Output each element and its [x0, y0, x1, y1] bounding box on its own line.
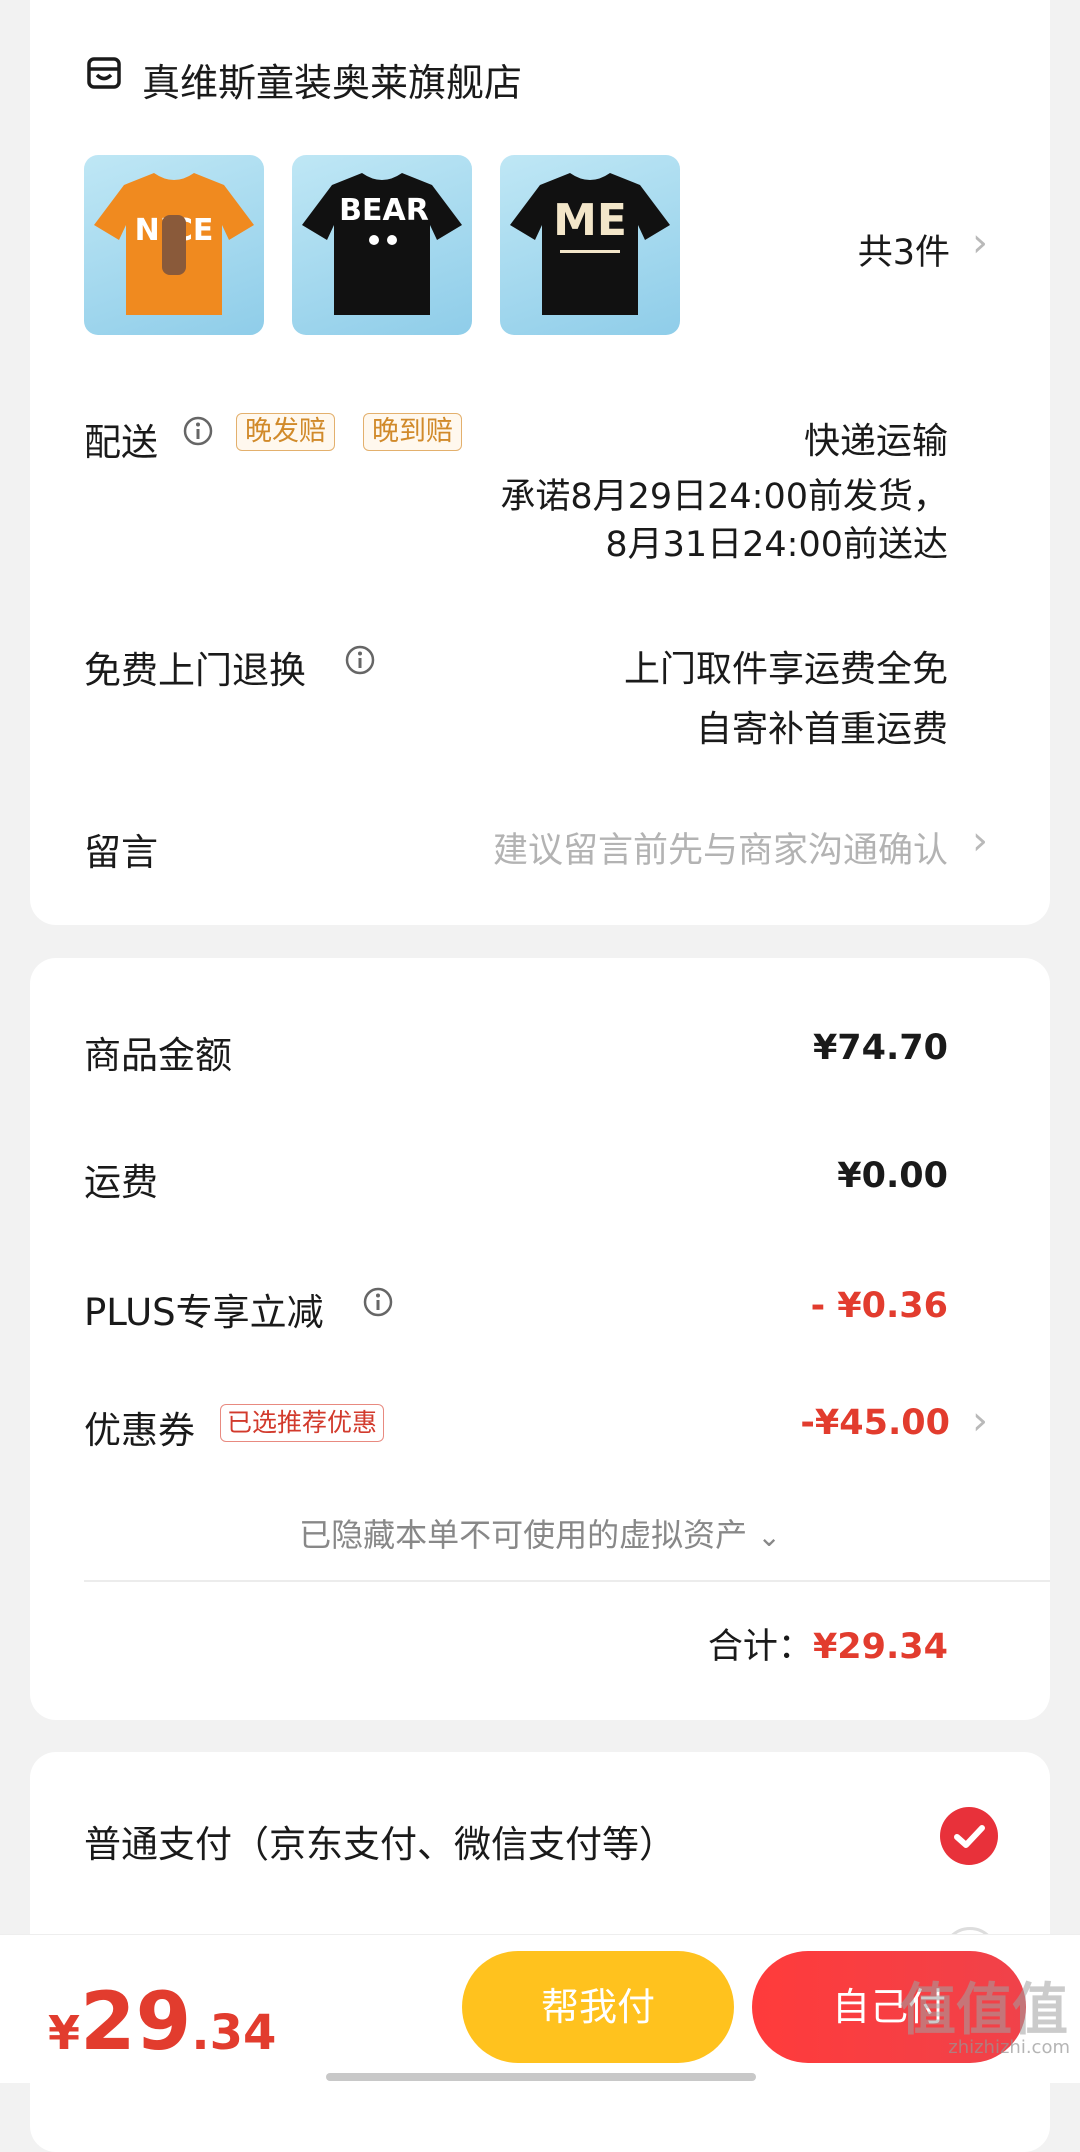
goods-amount-label: 商品金额	[84, 1034, 232, 1077]
product-thumb-2[interactable]: BEAR	[292, 155, 472, 335]
delivery-label: 配送	[84, 421, 158, 464]
return-line2: 自寄补首重运费	[695, 709, 948, 750]
bottom-price: ¥29.34	[48, 1975, 276, 2068]
black-tshirt-bear-image: BEAR	[302, 173, 462, 315]
shipping-fee-value: ¥0.00	[837, 1156, 948, 1196]
total-value: ¥29.34	[812, 1627, 948, 1667]
price-summary-card: 商品金额 ¥74.70 运费 ¥0.00 PLUS专享立减 - ¥0.36 优惠…	[30, 958, 1050, 1720]
coupon-value[interactable]: -¥45.00	[800, 1403, 950, 1443]
product-thumb-3[interactable]: ME	[500, 155, 680, 335]
goods-amount-value: ¥74.70	[812, 1028, 948, 1068]
plus-discount-label: PLUS专享立减	[84, 1291, 324, 1334]
watermark-url: zhizhizhi.com	[948, 2037, 1070, 2058]
info-icon[interactable]	[362, 1286, 394, 1318]
delivery-method: 快递运输	[803, 421, 948, 462]
chevron-right-icon[interactable]: ›	[972, 1398, 988, 1444]
chevron-right-icon[interactable]: ›	[972, 818, 988, 864]
coupon-label: 优惠券	[84, 1409, 195, 1452]
delivery-promise-line1: 承诺8月29日24:00前发货，	[500, 477, 948, 517]
price-decimal: .34	[191, 2005, 277, 2061]
orange-tshirt-image: NICE	[94, 173, 254, 315]
info-icon[interactable]	[182, 415, 214, 447]
plus-discount-value: - ¥0.36	[810, 1286, 948, 1326]
selected-check-icon[interactable]	[940, 1807, 998, 1865]
hidden-assets-toggle[interactable]: 已隐藏本单不可使用的虚拟资产 ⌄	[30, 1510, 1050, 1556]
price-currency: ¥	[48, 2006, 81, 2060]
price-integer: 29	[80, 1975, 192, 2068]
late-arrival-compensation-tag: 晚到赔	[363, 413, 462, 451]
late-ship-compensation-tag: 晚发赔	[236, 413, 335, 451]
svg-text:ME: ME	[553, 195, 627, 246]
message-label: 留言	[84, 831, 158, 874]
chevron-right-icon[interactable]: ›	[972, 220, 988, 266]
info-icon[interactable]	[344, 644, 376, 676]
store-icon	[87, 57, 121, 89]
total-label: 合计：	[707, 1627, 813, 1667]
delivery-promise-line2: 8月31日24:00前送达	[605, 525, 948, 565]
help-pay-button[interactable]: 帮我付	[462, 1951, 734, 2063]
return-line1: 上门取件享运费全免	[623, 649, 948, 690]
bottom-action-bar: ¥29.34 帮我付 自己付 值值值 zhizhizhi.com	[0, 1934, 1080, 2083]
divider	[84, 1580, 1050, 1582]
watermark-logo: 值值值	[900, 1978, 1068, 2043]
total-row: 合计：¥29.34	[708, 1618, 948, 1669]
item-count[interactable]: 共3件	[858, 224, 950, 275]
normal-payment-label[interactable]: 普通支付（京东支付、微信支付等）	[84, 1814, 676, 1868]
shipping-fee-label: 运费	[84, 1161, 158, 1204]
home-indicator	[326, 2073, 756, 2081]
free-return-label: 免费上门退换	[84, 649, 306, 692]
order-shop-card: 真维斯童装奥莱旗舰店 NICE BEAR ME 共3件 › 配送 晚发赔 晚到赔…	[30, 0, 1050, 925]
product-thumb-1[interactable]: NICE	[84, 155, 264, 335]
svg-text:BEAR: BEAR	[339, 193, 429, 228]
black-tshirt-me-image: ME	[510, 173, 670, 315]
hidden-assets-text: 已隐藏本单不可使用的虚拟资产	[299, 1516, 748, 1554]
chevron-down-icon: ⌄	[757, 1520, 781, 1553]
message-input[interactable]: 建议留言前先与商家沟通确认	[493, 822, 948, 873]
shop-name[interactable]: 真维斯童装奥莱旗舰店	[142, 52, 522, 107]
coupon-recommended-tag: 已选推荐优惠	[220, 1404, 385, 1442]
